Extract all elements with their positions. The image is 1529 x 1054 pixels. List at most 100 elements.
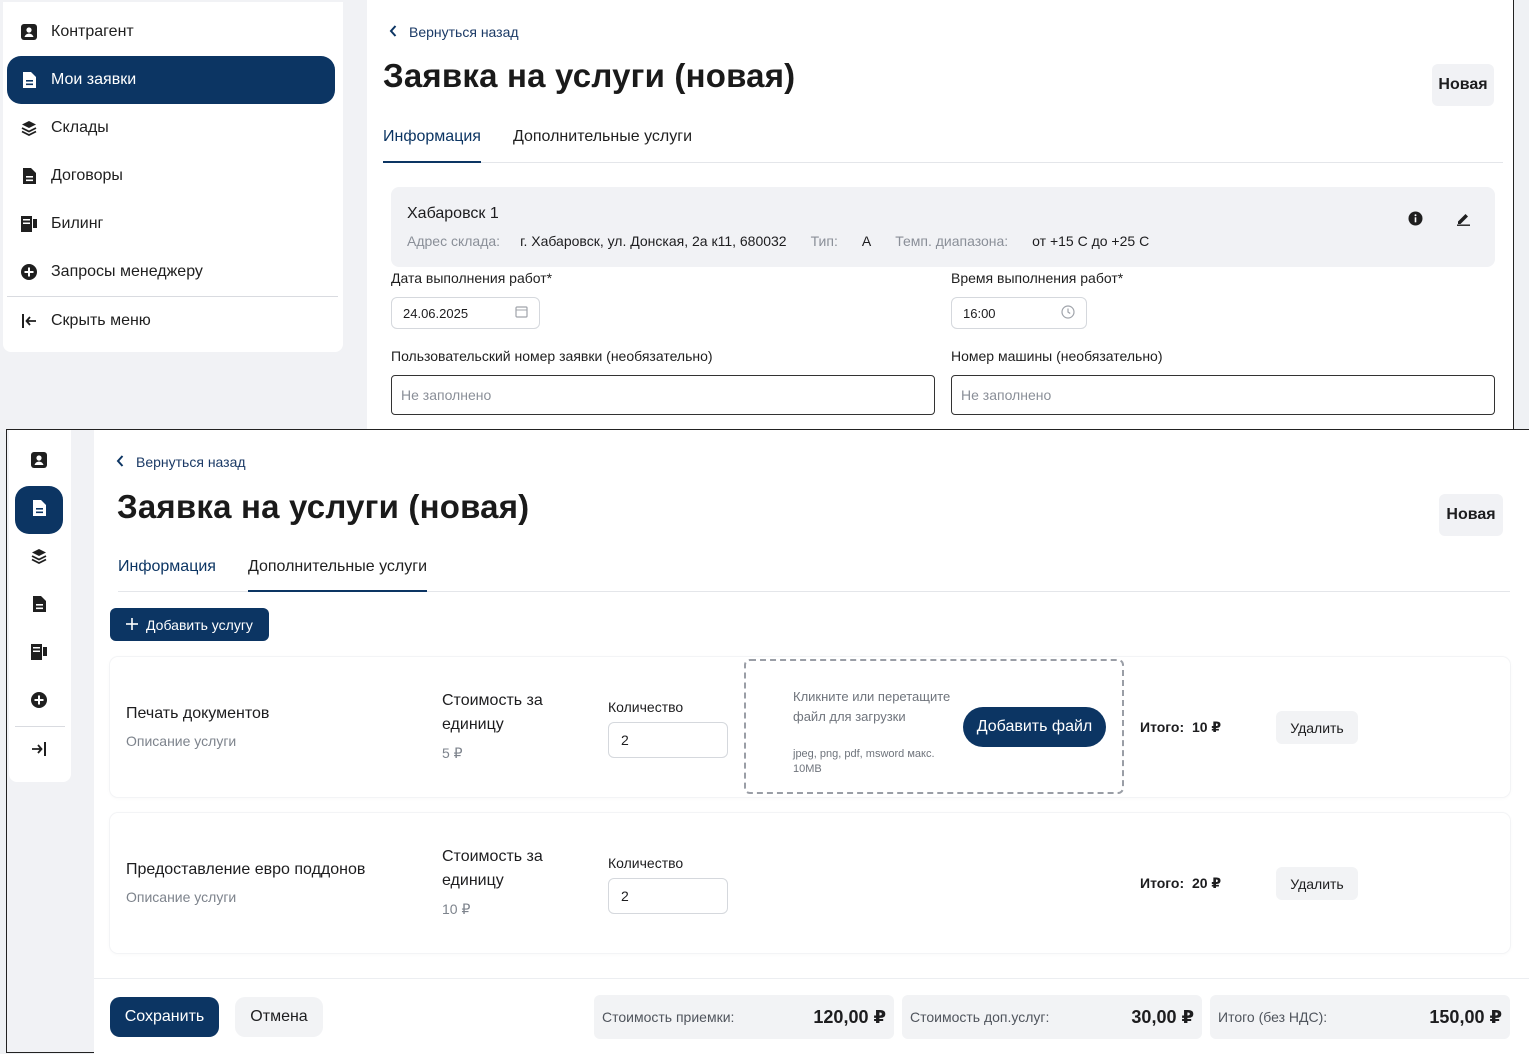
- delete-service-button[interactable]: Удалить: [1276, 867, 1358, 900]
- total-value: 20 ₽: [1191, 875, 1222, 891]
- warehouse-details: Адрес склада: г. Хабаровск, ул. Донская,…: [407, 233, 1149, 249]
- page-title: Заявка на услуги (новая): [383, 57, 796, 94]
- sidebar-item-billing[interactable]: Билинг: [7, 200, 335, 248]
- service-description: Описание услуги: [126, 733, 237, 749]
- grand-total-label: Итого (без НДС):: [1218, 1009, 1328, 1025]
- back-link[interactable]: Вернуться назад: [116, 454, 246, 470]
- grand-total-value: 150,00 ₽: [1429, 1006, 1502, 1027]
- expand-right-icon: [31, 741, 47, 761]
- front-window: Вернуться назад Заявка на услуги (новая)…: [6, 429, 1529, 1054]
- grand-total: Итого (без НДС): 150,00 ₽: [1210, 995, 1510, 1039]
- collapse-menu-button[interactable]: Скрыть меню: [7, 297, 335, 345]
- document-icon: [31, 499, 47, 522]
- sidebar-item-manager-requests[interactable]: [15, 678, 63, 726]
- warehouse-address-label: Адрес склада:: [407, 233, 501, 249]
- sidebar-item-billing[interactable]: [15, 630, 63, 678]
- sidebar-item-label: Договоры: [51, 167, 123, 184]
- quantity-input[interactable]: 2: [608, 722, 728, 758]
- sidebar-item-warehouses[interactable]: Склады: [7, 104, 335, 152]
- warehouse-temp-label: Темп. диапазона:: [895, 233, 1009, 249]
- tab-information[interactable]: Информация: [118, 542, 216, 591]
- date-picker[interactable]: 24.06.2025: [391, 297, 540, 329]
- expand-menu-button[interactable]: [15, 727, 63, 775]
- additional-services-cost: Стоимость доп.услуг: 30,00 ₽: [902, 995, 1202, 1039]
- total-label: Итого:: [1140, 875, 1185, 891]
- sidebar-item-label: Мои заявки: [51, 71, 137, 88]
- unit-cost-value: 5 ₽: [442, 745, 463, 761]
- calendar-icon: [515, 305, 528, 321]
- time-label: Время выполнения работ*: [951, 270, 1124, 286]
- request-page-services: Вернуться назад Заявка на услуги (новая)…: [94, 430, 1529, 1054]
- sidebar-item-contracts[interactable]: [15, 582, 63, 630]
- billing-icon: [30, 643, 48, 666]
- plus-icon: [126, 617, 139, 633]
- info-icon[interactable]: [1408, 211, 1423, 231]
- sidebar-item-counterparty[interactable]: [15, 438, 63, 486]
- contact-card-icon: [30, 451, 48, 474]
- warehouse-address: г. Хабаровск, ул. Донская, 2а к11, 68003…: [520, 233, 787, 249]
- quantity-input[interactable]: 2: [608, 878, 728, 914]
- car-number-label: Номер машины (необязательно): [951, 348, 1163, 364]
- chevron-left-icon: [389, 24, 397, 40]
- additional-services-cost-value: 30,00 ₽: [1131, 1006, 1194, 1027]
- add-service-button[interactable]: Добавить услугу: [110, 608, 269, 641]
- document-icon: [7, 71, 51, 89]
- plus-circle-icon: [30, 691, 48, 714]
- delete-service-button[interactable]: Удалить: [1276, 711, 1358, 744]
- date-label: Дата выполнения работ*: [391, 270, 553, 286]
- file-dropzone[interactable]: Кликните или перетащите файл для загрузк…: [744, 659, 1124, 794]
- tab-information[interactable]: Информация: [383, 112, 481, 163]
- chevron-left-icon: [116, 454, 124, 470]
- service-description: Описание услуги: [126, 889, 237, 905]
- contract-icon: [31, 595, 47, 618]
- service-name: Предоставление евро поддонов: [126, 861, 366, 878]
- status-badge: Новая: [1439, 494, 1503, 536]
- back-link[interactable]: Вернуться назад: [389, 24, 519, 40]
- car-number-input[interactable]: Не заполнено: [951, 375, 1495, 415]
- unit-cost-label: Стоимость за единицу: [442, 692, 543, 733]
- sidebar-item-my-requests[interactable]: [15, 486, 63, 534]
- tab-additional-services[interactable]: Дополнительные услуги: [513, 112, 692, 162]
- quantity-label: Количество: [608, 699, 684, 715]
- warehouse-type-label: Тип:: [810, 233, 838, 249]
- sidebar: Контрагент Мои заявки Склады Договоры Би…: [3, 2, 343, 352]
- clock-icon: [1061, 304, 1075, 322]
- save-button[interactable]: Сохранить: [110, 997, 219, 1037]
- request-page-info: Вернуться назад Заявка на услуги (новая)…: [367, 0, 1513, 432]
- sidebar-item-label: Склады: [51, 119, 109, 136]
- sidebar-item-my-requests[interactable]: Мои заявки: [7, 56, 335, 104]
- sidebar-item-label: Билинг: [51, 215, 104, 232]
- acceptance-cost-label: Стоимость приемки:: [602, 1009, 735, 1025]
- total-label: Итого:: [1140, 719, 1185, 735]
- sidebar-item-warehouses[interactable]: [15, 534, 63, 582]
- billing-icon: [7, 215, 51, 233]
- page-title: Заявка на услуги (новая): [117, 488, 530, 525]
- user-number-input[interactable]: Не заполнено: [391, 375, 935, 415]
- footer-bar: Сохранить Отмена Стоимость приемки: 120,…: [94, 978, 1529, 1054]
- tabs: Информация Дополнительные услуги: [118, 542, 1510, 592]
- edit-icon[interactable]: [1456, 211, 1471, 231]
- sidebar-item-label: Контрагент: [51, 23, 134, 40]
- unit-cost-label: Стоимость за единицу: [442, 848, 543, 889]
- dropzone-text: Кликните или перетащите файл для загрузк…: [793, 689, 951, 724]
- time-picker[interactable]: 16:00: [951, 297, 1087, 329]
- service-row: Печать документов Описание услуги Стоимо…: [110, 657, 1510, 797]
- plus-circle-icon: [7, 263, 51, 281]
- sidebar-item-manager-requests[interactable]: Запросы менеджеру: [7, 248, 335, 296]
- sidebar-item-contracts[interactable]: Договоры: [7, 152, 335, 200]
- cancel-button[interactable]: Отмена: [235, 997, 323, 1037]
- service-name: Печать документов: [126, 705, 270, 722]
- tab-additional-services[interactable]: Дополнительные услуги: [247, 542, 428, 592]
- acceptance-cost-value: 120,00 ₽: [813, 1006, 886, 1027]
- status-badge: Новая: [1432, 64, 1494, 106]
- sidebar-item-counterparty[interactable]: Контрагент: [7, 8, 335, 56]
- contract-icon: [7, 167, 51, 185]
- dropzone-hint: jpeg, png, pdf, msword макс. 10MB: [793, 748, 935, 775]
- collapse-left-icon: [7, 314, 51, 328]
- collapsed-sidebar: [9, 430, 71, 782]
- service-total: Итого: 20 ₽: [1140, 875, 1221, 892]
- collapse-menu-label: Скрыть меню: [51, 312, 151, 329]
- add-file-button[interactable]: Добавить файл: [963, 707, 1106, 747]
- time-value: 16:00: [963, 305, 996, 321]
- tabs: Информация Дополнительные услуги: [383, 112, 1503, 163]
